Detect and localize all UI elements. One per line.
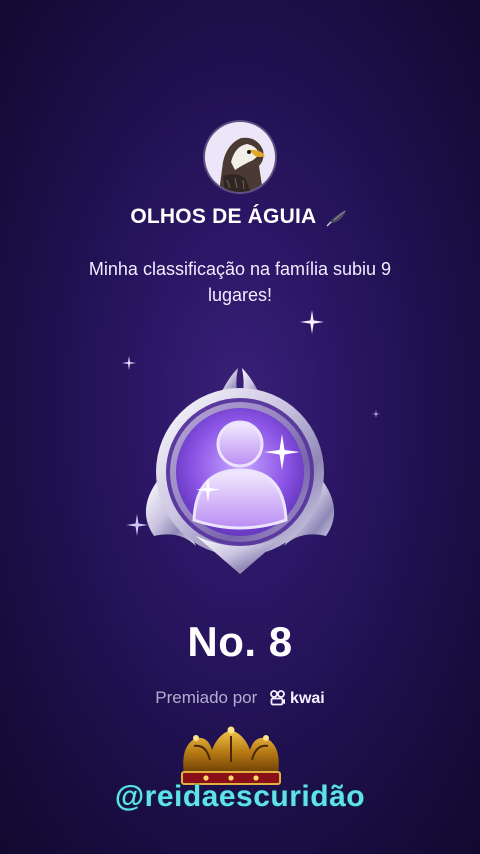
kwai-logo-icon — [270, 690, 286, 711]
share-card: OLHOS DE ÁGUIA Minha classificação na fa… — [0, 0, 480, 854]
rank-number: No. 8 — [187, 618, 293, 665]
sparkle-icon — [372, 410, 380, 418]
eagle-avatar-icon — [205, 122, 275, 192]
profile-name: OLHOS DE ÁGUIA — [0, 205, 480, 233]
crown-icon — [181, 726, 281, 785]
profile-name-text: OLHOS DE ÁGUIA — [130, 205, 316, 228]
eagle-feather-icon — [326, 207, 350, 233]
rank-message: Minha classificação na família subiu 9 l… — [88, 259, 392, 305]
brand-name: kwai — [290, 690, 325, 707]
family-rank-medal-icon — [145, 368, 335, 574]
watermark-handle: @reidaescuridão — [114, 780, 366, 813]
avatar[interactable] — [205, 122, 275, 192]
awarded-by-label: Premiado por — [155, 688, 258, 707]
awarded-by: Premiado por kwai — [0, 688, 480, 711]
sparkle-icon — [300, 310, 324, 334]
